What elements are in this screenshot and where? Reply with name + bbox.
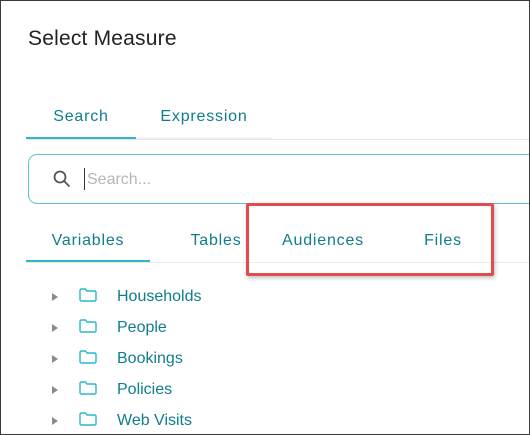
folder-icon bbox=[79, 288, 97, 302]
expand-arrow-icon[interactable] bbox=[52, 324, 58, 332]
search-box[interactable] bbox=[28, 154, 529, 204]
tab-tables-label: Tables bbox=[190, 232, 242, 249]
folder-icon bbox=[79, 412, 97, 426]
tab-search-label: Search bbox=[53, 108, 109, 125]
tab-files[interactable]: Files bbox=[408, 225, 478, 260]
folder-icon bbox=[79, 319, 97, 333]
tree-item-label: People bbox=[117, 319, 167, 336]
search-mode-tabs: Search Expression bbox=[26, 101, 529, 140]
tab-variables[interactable]: Variables bbox=[26, 225, 150, 262]
tree-item-label: Bookings bbox=[117, 350, 183, 367]
tree-item-policies[interactable]: Policies bbox=[1, 377, 401, 405]
dialog-title: Select Measure bbox=[28, 27, 177, 50]
tree-item-label: Households bbox=[117, 288, 202, 305]
tab-tables[interactable]: Tables bbox=[160, 225, 272, 260]
expand-arrow-icon[interactable] bbox=[52, 355, 58, 363]
folder-icon bbox=[79, 350, 97, 364]
expand-arrow-icon[interactable] bbox=[52, 386, 58, 394]
tree-item-people[interactable]: People bbox=[1, 315, 401, 343]
tab-files-label: Files bbox=[424, 232, 462, 249]
category-tabs: Variables Tables Audiences Files bbox=[26, 225, 529, 263]
select-measure-dialog: Select Measure Search Expression Variabl… bbox=[0, 0, 530, 435]
tree-item-label: Web Visits bbox=[117, 412, 192, 429]
tree-item-bookings[interactable]: Bookings bbox=[1, 346, 401, 374]
tree-item-web-visits[interactable]: Web Visits bbox=[1, 408, 401, 434]
tree-item-households[interactable]: Households bbox=[1, 284, 401, 312]
tab-audiences-label: Audiences bbox=[282, 232, 364, 249]
tab-expression-label: Expression bbox=[160, 108, 248, 125]
tab-audiences[interactable]: Audiences bbox=[272, 225, 374, 260]
search-input[interactable] bbox=[85, 165, 509, 195]
search-icon bbox=[53, 170, 70, 187]
tab-expression[interactable]: Expression bbox=[136, 101, 272, 139]
expand-arrow-icon[interactable] bbox=[52, 293, 58, 301]
tab-variables-label: Variables bbox=[51, 232, 125, 249]
folder-icon bbox=[79, 381, 97, 395]
expand-arrow-icon[interactable] bbox=[52, 417, 58, 425]
tab-search[interactable]: Search bbox=[26, 101, 136, 139]
tree-item-label: Policies bbox=[117, 381, 173, 398]
